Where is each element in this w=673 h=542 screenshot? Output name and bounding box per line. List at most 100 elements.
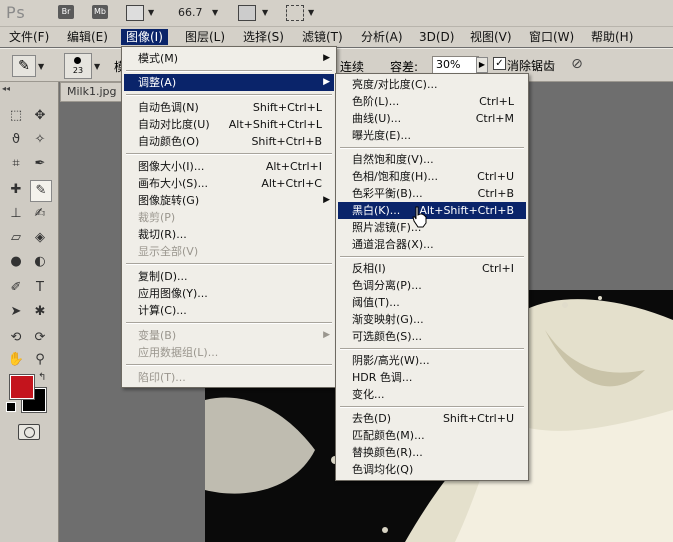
chevron-down-icon[interactable]: ▼ [148,8,154,17]
menu-help[interactable]: 帮助(H) [586,29,638,45]
menu-item-image-rotation[interactable]: 图像旋转(G) ▶ [124,192,334,209]
menu-separator [126,70,332,72]
pen-tool-icon[interactable]: ✐ [6,278,26,298]
chevron-down-icon[interactable]: ▼ [308,8,314,17]
eyedropper-tool-icon[interactable]: ✒ [30,154,50,174]
dodge-tool-icon[interactable]: ◐ [30,252,50,272]
hand-tool-icon[interactable]: ✋ [6,350,26,370]
menu-item-auto-color[interactable]: 自动颜色(O) Shift+Ctrl+B [124,133,334,150]
default-colors-icon[interactable] [6,402,16,412]
menu-item-apply-image[interactable]: 应用图像(Y)... [124,285,334,302]
menu-edit[interactable]: 编辑(E) [62,29,113,45]
swap-colors-icon[interactable]: ↰ [38,372,46,383]
tolerance-arrow-icon[interactable]: ▶ [476,57,488,73]
antialias-checkbox[interactable]: ✓ [493,57,506,70]
menu-view[interactable]: 视图(V) [465,29,517,45]
bridge-button[interactable]: Br [58,5,74,19]
menu-separator [126,322,332,324]
brush-tool-icon[interactable]: ✎ [30,180,52,202]
clone-stamp-tool-icon[interactable]: ⊥ [6,204,26,224]
menu-item-apply-data-set: 应用数据组(L)... [138,346,219,359]
menu-item-brightness-contrast[interactable]: 亮度/对比度(C)... [338,76,526,93]
menu-item-canvas-size[interactable]: 画布大小(S)... Alt+Ctrl+C [124,175,334,192]
menu-item-invert[interactable]: 反相(I) Ctrl+I [338,260,526,277]
type-tool-icon[interactable]: T [30,278,50,298]
magic-wand-tool-icon[interactable]: ✧ [30,130,50,150]
menu-item-variations[interactable]: 变化... [338,386,526,403]
menu-item-photo-filter[interactable]: 照片滤镜(F)... [338,219,526,236]
healing-brush-tool-icon[interactable]: ✚ [6,180,26,200]
eraser-tool-icon[interactable]: ▱ [6,228,26,248]
menu-item-trim[interactable]: 裁切(R)... [124,226,334,243]
paint-bucket-tool-icon[interactable]: ◈ [30,228,50,248]
menu-item-auto-tone[interactable]: 自动色调(N) Shift+Ctrl+L [124,99,334,116]
menu-item-mode[interactable]: 模式(M) ▶ [124,50,334,67]
refine-edge-icon[interactable]: ⊘ [568,55,586,73]
menu-analysis[interactable]: 分析(A) [356,29,408,45]
mini-bridge-button[interactable]: Mb [92,5,108,19]
menu-item-equalize[interactable]: 色调均化(Q) [338,461,526,478]
menu-item-reveal-all: 显示全部(V) [138,245,199,258]
menu-item-gradient-map[interactable]: 渐变映射(G)... [338,311,526,328]
menu-item-image-size[interactable]: 图像大小(I)... Alt+Ctrl+I [124,158,334,175]
menu-item-match-color[interactable]: 匹配颜色(M)... [338,427,526,444]
menu-item-levels[interactable]: 色阶(L)... Ctrl+L [338,93,526,110]
submenu-arrow-icon: ▶ [323,330,330,340]
menu-separator [126,94,332,96]
arrange-documents-icon[interactable] [238,5,256,21]
tolerance-input[interactable]: 30% [432,56,479,74]
zoom-level[interactable]: 66.7 [178,6,203,19]
menu-item-vibrance[interactable]: 自然饱和度(V)... [338,151,526,168]
foreground-color-swatch[interactable] [9,374,35,400]
menu-item-duplicate[interactable]: 复制(D)... [124,268,334,285]
view-extras-icon[interactable] [126,5,144,21]
menu-item-color-balance[interactable]: 色彩平衡(B)... Ctrl+B [338,185,526,202]
photoshop-logo: Ps [6,3,26,22]
screen-mode-icon[interactable] [286,5,304,21]
blur-tool-icon[interactable]: ● [6,252,26,272]
submenu-arrow-icon: ▶ [323,195,330,205]
menu-item-threshold[interactable]: 阈值(T)... [338,294,526,311]
3d-orbit-tool-icon[interactable]: ⟳ [30,328,50,348]
crop-tool-icon[interactable]: ⌗ [6,154,26,174]
chevron-down-icon[interactable]: ▼ [262,8,268,17]
quick-selection-preset-icon[interactable]: ✎ [12,55,36,77]
menu-window[interactable]: 窗口(W) [524,29,579,45]
chevron-down-icon[interactable]: ▼ [212,8,218,17]
menu-item-calculations[interactable]: 计算(C)... [124,302,334,319]
menu-image[interactable]: 图像(I) [121,29,168,45]
lasso-tool-icon[interactable]: ϑ [6,130,26,150]
chevron-down-icon[interactable]: ▼ [38,62,44,71]
history-brush-tool-icon[interactable]: ✍ [30,204,50,224]
path-selection-tool-icon[interactable]: ➤ [6,302,26,322]
menu-item-desaturate[interactable]: 去色(D) Shift+Ctrl+U [338,410,526,427]
zoom-tool-icon[interactable]: ⚲ [30,350,50,370]
collapse-icon[interactable]: ◂◂ [2,84,10,93]
menu-item-trap: 陷印(T)... [138,371,186,384]
brush-picker[interactable]: 23 [64,53,92,79]
menu-item-replace-color[interactable]: 替换颜色(R)... [338,444,526,461]
menu-layer[interactable]: 图层(L) [180,29,230,45]
menu-3d[interactable]: 3D(D) [414,29,459,45]
menu-item-black-white[interactable]: 黑白(K)... Alt+Shift+Ctrl+B [338,202,526,219]
move-tool-icon[interactable]: ✥ [30,106,50,126]
menu-item-posterize[interactable]: 色调分离(P)... [338,277,526,294]
menu-item-adjustments[interactable]: 调整(A) ▶ [124,74,334,91]
quick-mask-button[interactable] [18,424,40,440]
menu-item-curves[interactable]: 曲线(U)... Ctrl+M [338,110,526,127]
menu-select[interactable]: 选择(S) [238,29,289,45]
menu-file[interactable]: 文件(F) [4,29,54,45]
3d-rotate-tool-icon[interactable]: ⟲ [6,328,26,348]
menu-item-channel-mixer[interactable]: 通道混合器(X)... [338,236,526,253]
menu-item-auto-contrast[interactable]: 自动对比度(U) Alt+Shift+Ctrl+L [124,116,334,133]
menu-item-hdr-toning[interactable]: HDR 色调... [338,369,526,386]
menu-item-exposure[interactable]: 曝光度(E)... [338,127,526,144]
chevron-down-icon[interactable]: ▼ [94,62,100,71]
marquee-tool-icon[interactable]: ⬚ [6,106,26,126]
image-menu-dropdown: 模式(M) ▶ 调整(A) ▶ 自动色调(N) Shift+Ctrl+L 自动对比度(… [121,46,337,388]
menu-item-shadows-highlights[interactable]: 阴影/高光(W)... [338,352,526,369]
menu-item-selective-color[interactable]: 可选颜色(S)... [338,328,526,345]
menu-filter[interactable]: 滤镜(T) [297,29,348,45]
menu-item-hue-saturation[interactable]: 色相/饱和度(H)... Ctrl+U [338,168,526,185]
shape-tool-icon[interactable]: ✱ [30,302,50,322]
